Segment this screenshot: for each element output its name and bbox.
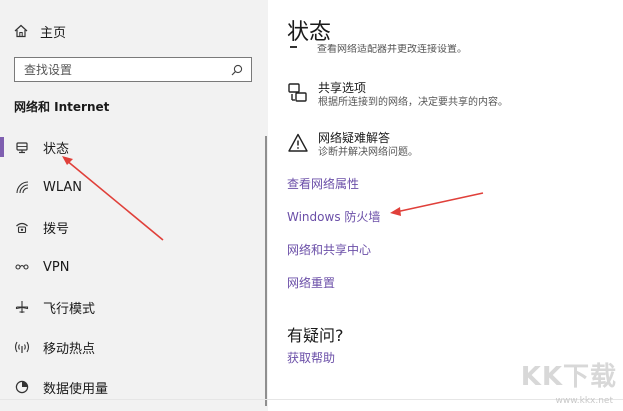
watermark-line xyxy=(0,399,623,400)
watermark-url: www.kkx.net xyxy=(555,396,614,406)
search-placeholder: 查找设置 xyxy=(24,63,73,77)
sidebar-item-dialup[interactable]: 拨号 xyxy=(0,207,262,247)
help-heading: 有疑问? xyxy=(287,326,344,345)
sidebar-item-label: 飞行模式 xyxy=(43,301,96,317)
search-icon[interactable] xyxy=(231,64,243,76)
dialup-icon xyxy=(14,219,30,235)
sidebar-item-label: 拨号 xyxy=(43,221,70,237)
sidebar: 主页 查找设置 网络和 Internet 状态 WLAN 拨号 VPN 飞行模式… xyxy=(0,0,268,411)
sidebar-item-airplane[interactable]: 飞行模式 xyxy=(0,287,262,327)
link-network-reset[interactable]: 网络重置 xyxy=(287,274,335,291)
clipped-option-row: 查看网络适配器并更改连接设置。 xyxy=(287,44,587,56)
adapter-option-desc: 查看网络适配器并更改连接设置。 xyxy=(317,44,467,55)
sidebar-item-hotspot[interactable]: 移动热点 xyxy=(0,327,262,367)
wifi-icon xyxy=(14,179,30,195)
sidebar-item-label: 数据使用量 xyxy=(43,381,109,397)
link-sharing-center[interactable]: 网络和共享中心 xyxy=(287,241,371,258)
option-desc: 根据所连接到的网络，决定要共享的内容。 xyxy=(318,97,508,108)
data-usage-icon xyxy=(14,379,30,395)
link-network-properties[interactable]: 查看网络属性 xyxy=(287,175,359,192)
sidebar-item-label: 状态 xyxy=(43,141,70,157)
page-title: 状态 xyxy=(287,20,332,45)
sidebar-scrollbar[interactable] xyxy=(265,136,267,406)
sidebar-item-label: WLAN xyxy=(43,179,83,195)
sidebar-item-data-usage[interactable]: 数据使用量 xyxy=(0,367,262,407)
warning-icon xyxy=(287,132,309,154)
option-desc: 诊断并解决网络问题。 xyxy=(318,147,418,158)
sidebar-item-status[interactable]: 状态 xyxy=(0,127,262,167)
link-windows-firewall[interactable]: Windows 防火墙 xyxy=(287,208,380,225)
watermark-logo: KK下载 xyxy=(520,362,617,392)
hotspot-icon xyxy=(14,339,30,355)
sharing-icon xyxy=(287,82,309,104)
search-input[interactable]: 查找设置 xyxy=(14,57,252,82)
link-get-help[interactable]: 获取帮助 xyxy=(287,349,335,366)
sidebar-item-wlan[interactable]: WLAN xyxy=(0,167,262,207)
vpn-icon xyxy=(14,259,30,275)
network-troubleshooter[interactable]: 网络疑难解答 诊断并解决网络问题。 xyxy=(287,130,418,160)
section-title: 网络和 Internet xyxy=(14,100,110,114)
adapter-icon xyxy=(290,46,297,48)
arrow-to-firewall xyxy=(390,192,484,216)
airplane-icon xyxy=(14,299,30,315)
home-icon xyxy=(14,24,28,38)
sharing-options[interactable]: 共享选项 根据所连接到的网络，决定要共享的内容。 xyxy=(287,80,508,110)
sidebar-item-label: VPN xyxy=(43,259,70,275)
home-nav-item[interactable]: 主页 xyxy=(14,20,66,42)
sidebar-item-label: 移动热点 xyxy=(43,341,96,357)
option-title: 共享选项 xyxy=(318,81,367,95)
network-status-icon xyxy=(14,139,30,155)
home-label: 主页 xyxy=(40,25,67,41)
sidebar-item-vpn[interactable]: VPN xyxy=(0,247,262,287)
option-title: 网络疑难解答 xyxy=(318,131,391,145)
